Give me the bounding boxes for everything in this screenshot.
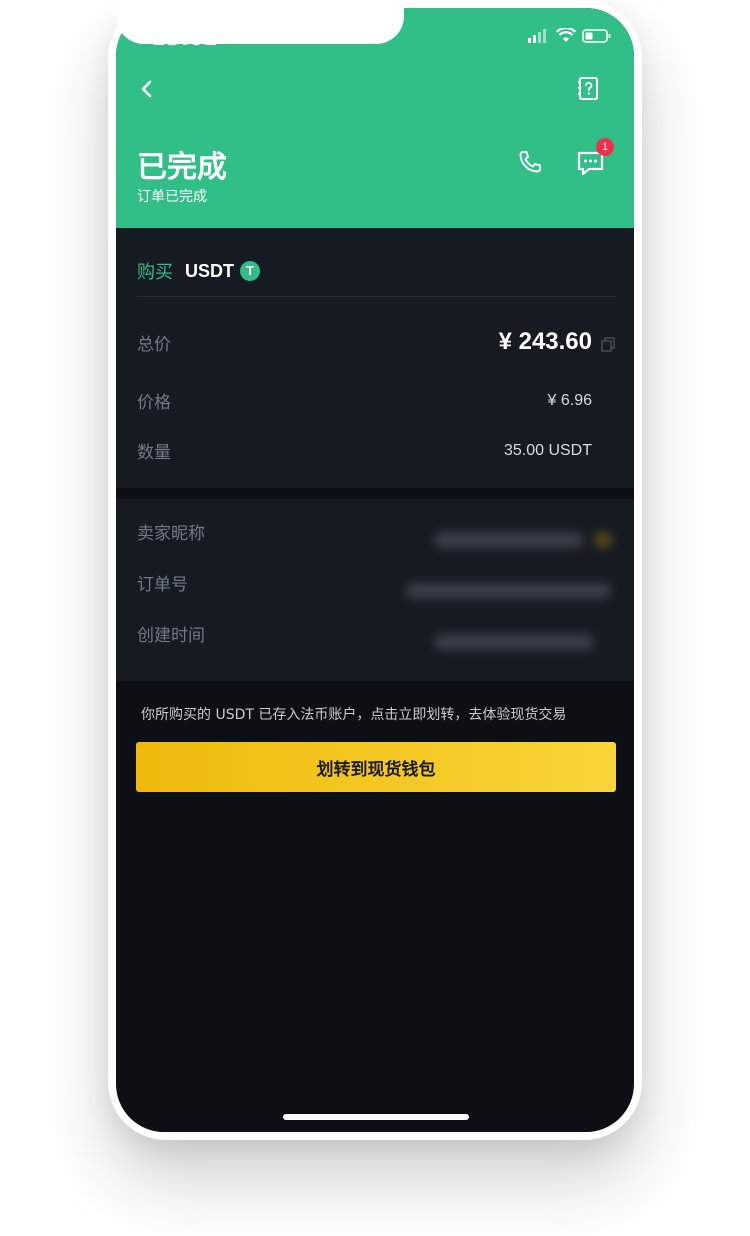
order-help-button[interactable]: [578, 76, 600, 102]
order-details-card: 卖家昵称 订单号 创建时间: [116, 499, 634, 681]
total-price-value: ¥ 243.60: [498, 328, 592, 355]
total-price-row: 总价 ¥ 243.60: [137, 328, 592, 356]
quantity-row: 数量 35.00 USDT: [137, 438, 592, 464]
quantity-value: 35.00 USDT: [503, 441, 592, 459]
order-side-label: 购买: [137, 262, 173, 283]
total-price-label: 总价: [137, 334, 171, 355]
divider: [137, 296, 616, 297]
wifi-icon: [556, 28, 576, 42]
seller-label: 卖家昵称: [137, 524, 205, 544]
status-icons: [528, 28, 612, 43]
call-button[interactable]: [516, 148, 544, 176]
back-button[interactable]: [136, 76, 158, 102]
signal-icon: [528, 28, 546, 43]
chat-button[interactable]: 1: [576, 138, 614, 178]
phone-icon: [519, 151, 541, 173]
document-help-icon: [578, 77, 598, 100]
order-type-row: 购买 USDT T: [137, 258, 260, 284]
price-row: 价格 ¥ 6.96: [137, 388, 592, 414]
seller-badge-redacted: [594, 532, 612, 548]
notch: [116, 0, 404, 44]
price-label: 价格: [137, 393, 171, 413]
order-summary-card: 购买 USDT T 总价 ¥ 243.60 价格 ¥ 6.96 数量 35.00…: [116, 228, 634, 488]
copy-icon[interactable]: [600, 336, 616, 352]
transfer-notice: 你所购买的 USDT 已存入法币账户，点击立即划转，去体验现货交易: [141, 707, 567, 723]
tether-icon: T: [240, 261, 260, 281]
created-time-label: 创建时间: [137, 626, 205, 646]
page-title: 已完成: [137, 150, 227, 185]
app-screen: 23:02: [116, 8, 634, 1132]
order-number-redacted: [406, 583, 611, 599]
created-time-redacted: [434, 634, 594, 650]
quantity-label: 数量: [137, 443, 171, 463]
seller-name-redacted: [434, 532, 584, 548]
battery-icon: [582, 28, 611, 43]
home-indicator[interactable]: [283, 1114, 469, 1120]
order-number-label: 订单号: [137, 575, 188, 595]
price-value: ¥ 6.96: [547, 391, 592, 409]
chat-badge: 1: [596, 138, 614, 156]
coin-label: USDT: [185, 260, 234, 281]
transfer-to-spot-button[interactable]: 划转到现货钱包: [136, 742, 616, 792]
page-subtitle: 订单已完成: [137, 189, 207, 205]
chevron-left-icon: [141, 80, 152, 98]
